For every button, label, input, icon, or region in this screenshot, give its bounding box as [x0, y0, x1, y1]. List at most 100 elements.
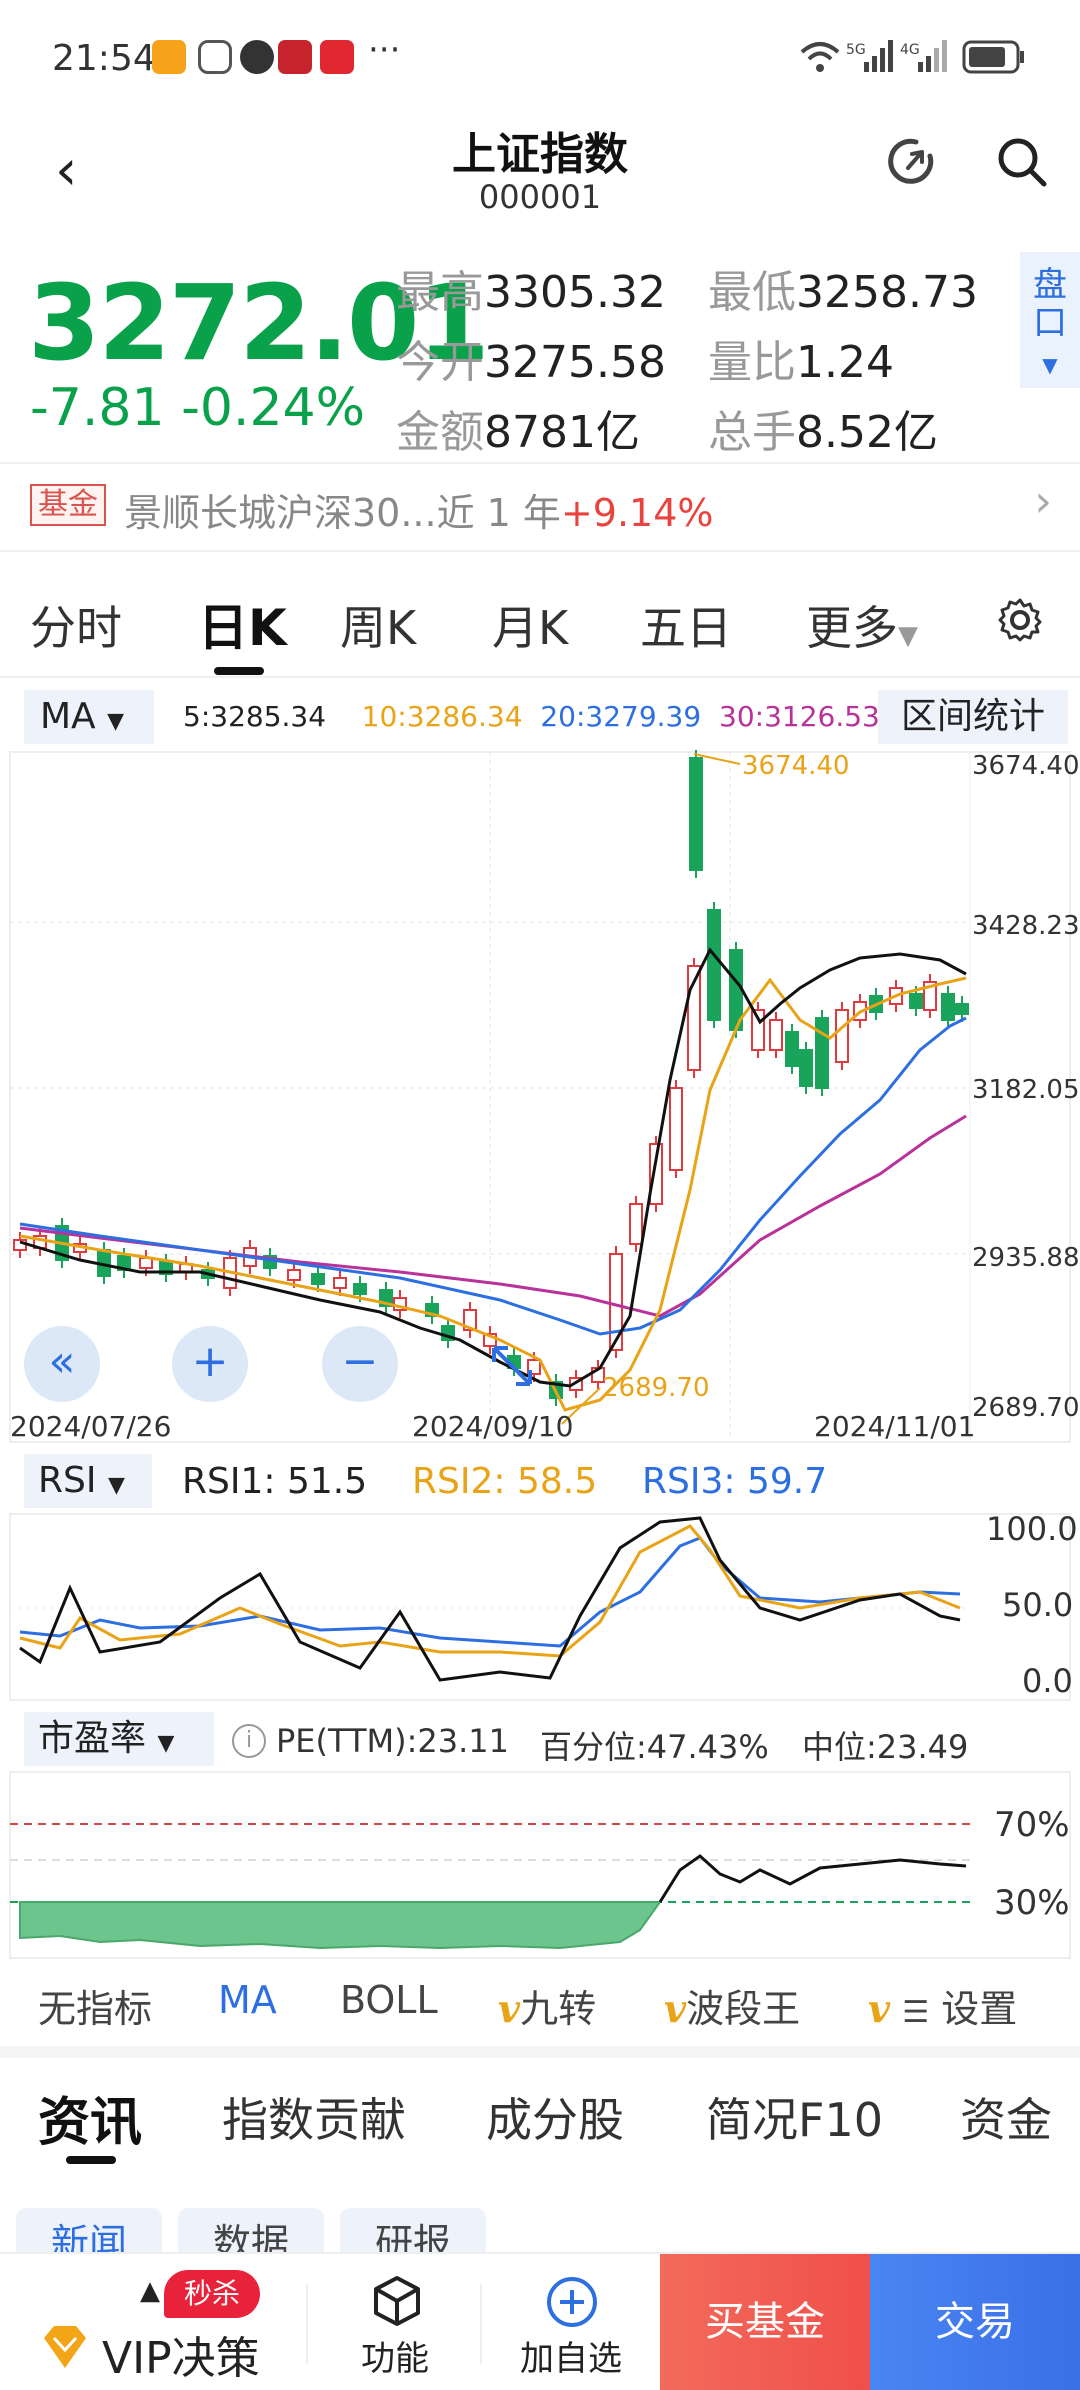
ma-selector[interactable]: MA ▼	[24, 690, 154, 744]
candle	[941, 993, 955, 1021]
section-divider	[0, 2046, 1080, 2058]
range-stat-button[interactable]: 区间统计	[878, 690, 1068, 744]
candle	[835, 1009, 849, 1063]
pe-tick-70: 70%	[994, 1805, 1070, 1845]
indicator-boduanwang[interactable]: v波段王	[664, 1978, 800, 2033]
ma10-value: 10:3286.34	[361, 700, 523, 733]
indicator-boll[interactable]: BOLL	[340, 1978, 438, 2022]
function-label: 功能	[361, 2339, 429, 2379]
battery-icon	[962, 40, 1024, 74]
indicator-settings-label: 设置	[941, 1987, 1018, 2031]
tab-day-k[interactable]: 日K	[198, 588, 287, 660]
date-mid: 2024/09/10	[412, 1410, 574, 1443]
vip-v-icon: v	[664, 1986, 687, 2031]
hands-stat: 总手8.52亿	[708, 396, 938, 460]
hands-label: 总手	[708, 407, 796, 458]
section-funds[interactable]: 资金	[960, 2084, 1052, 2150]
refresh-icon[interactable]	[886, 134, 942, 190]
trade-button[interactable]: 交易	[870, 2254, 1080, 2390]
divider	[306, 2284, 308, 2364]
news-notification-icon	[278, 40, 312, 74]
app-notification-icon	[152, 40, 186, 74]
low-stat: 最低3258.73	[708, 256, 978, 320]
candle	[287, 1269, 301, 1281]
rsi-chart: 100.0 50.0 0.0	[9, 1512, 1078, 1701]
candle	[629, 1203, 643, 1245]
date-end: 2024/11/01	[814, 1410, 976, 1443]
rsi3-value: RSI3: 59.7	[642, 1461, 828, 1502]
ratio-label: 量比	[708, 337, 796, 388]
candle	[333, 1277, 347, 1289]
indicator-jiuzhuan[interactable]: v九转	[498, 1978, 596, 2033]
net1-label: 5G	[846, 42, 866, 58]
indicator-boduanwang-label: 波段王	[686, 1987, 801, 2031]
indicator-jiuzhuan-label: 九转	[520, 1987, 597, 2031]
vip-v-icon: v	[498, 1986, 521, 2031]
pankou-button[interactable]: 盘口 ▼	[1020, 252, 1080, 388]
vip-v-icon: v	[868, 1986, 891, 2031]
zoom-in-icon[interactable]: +	[172, 1326, 248, 1402]
tab-fenshi[interactable]: 分时	[30, 592, 122, 658]
fund-text: 景顺长城沪深30...近 1 年+9.14%	[124, 482, 714, 537]
hands-value: 8.52亿	[796, 407, 938, 458]
pe-selector[interactable]: 市盈率 ▼	[24, 1712, 214, 1766]
vip-diamond-icon	[44, 2326, 86, 2368]
indicator-none[interactable]: 无指标	[38, 1978, 152, 2033]
shop-notification-icon	[320, 40, 354, 74]
more-notifications-icon: ···	[368, 30, 401, 70]
net2-label: 4G	[900, 42, 920, 58]
signal-icon-1	[864, 40, 893, 72]
function-button[interactable]: 功能	[320, 2254, 470, 2390]
amount-label: 金额	[396, 407, 484, 458]
vip-decision-button[interactable]: ▲ 秒杀 VIP决策	[0, 2254, 300, 2390]
high-stat: 最高3305.32	[396, 256, 666, 320]
rsi-tick-0: 0.0	[1022, 1662, 1073, 1700]
settings-gear-icon[interactable]	[996, 596, 1044, 644]
rsi-selector[interactable]: RSI ▼	[24, 1454, 152, 1508]
expand-icon[interactable]	[490, 1344, 534, 1388]
fund-banner[interactable]: 基金 景顺长城沪深30...近 1 年+9.14% ›	[0, 462, 1080, 552]
candle	[955, 1003, 969, 1015]
date-start: 2024/07/26	[10, 1410, 172, 1443]
candle	[815, 1017, 829, 1089]
indicator-settings[interactable]: v ☰ 设置	[868, 1978, 1017, 2033]
section-f10[interactable]: 简况F10	[706, 2084, 883, 2150]
candle	[707, 909, 721, 1021]
status-bar: 21:54 ··· 5G 4G	[0, 0, 1080, 110]
buy-fund-button[interactable]: 买基金	[660, 2254, 870, 2390]
section-news[interactable]: 资讯	[38, 2080, 142, 2155]
kline-chart[interactable]: 3674.40 2689.70 3674.40 3428.23 3182.05 …	[0, 750, 1080, 1450]
search-icon[interactable]	[994, 134, 1050, 190]
pe-chart: 70% 30%	[9, 1771, 1071, 1959]
tab-month-k[interactable]: 月K	[492, 592, 568, 658]
ma5-line	[19, 947, 967, 1388]
qq-notification-icon	[240, 40, 274, 74]
rsi3-line	[19, 1536, 961, 1648]
open-label: 今开	[396, 337, 484, 388]
candle	[769, 1019, 783, 1051]
tab-week-k[interactable]: 周K	[340, 592, 416, 658]
high-mark-label: 3674.40	[742, 751, 850, 781]
add-watchlist-button[interactable]: 加自选	[496, 2254, 646, 2390]
tab-five-day[interactable]: 五日	[640, 592, 732, 658]
amount-value: 8781亿	[484, 407, 640, 458]
caret-down-icon: ▼	[107, 709, 125, 734]
y-tick-3: 3182.05	[972, 1075, 1080, 1105]
ma-selector-label: MA	[40, 696, 96, 737]
zoom-out-icon[interactable]: −	[322, 1326, 398, 1402]
tab-more[interactable]: 更多▼	[806, 592, 918, 658]
candle	[13, 1239, 27, 1251]
active-section-indicator	[66, 2156, 116, 2164]
candle	[353, 1283, 367, 1295]
ma30-value: 30:3126.53	[719, 700, 880, 733]
wifi-icon	[800, 42, 840, 72]
ma5-value: 5:3285.34	[183, 700, 327, 733]
candle	[689, 757, 703, 871]
section-contribution[interactable]: 指数贡献	[222, 2084, 406, 2150]
rewind-icon[interactable]: «	[24, 1326, 100, 1402]
amount-stat: 金额8781亿	[396, 396, 640, 460]
info-icon[interactable]: i	[232, 1724, 266, 1758]
indicator-ma[interactable]: MA	[218, 1978, 277, 2022]
chevron-down-icon: ▼	[1042, 353, 1058, 377]
section-components[interactable]: 成分股	[486, 2084, 624, 2150]
